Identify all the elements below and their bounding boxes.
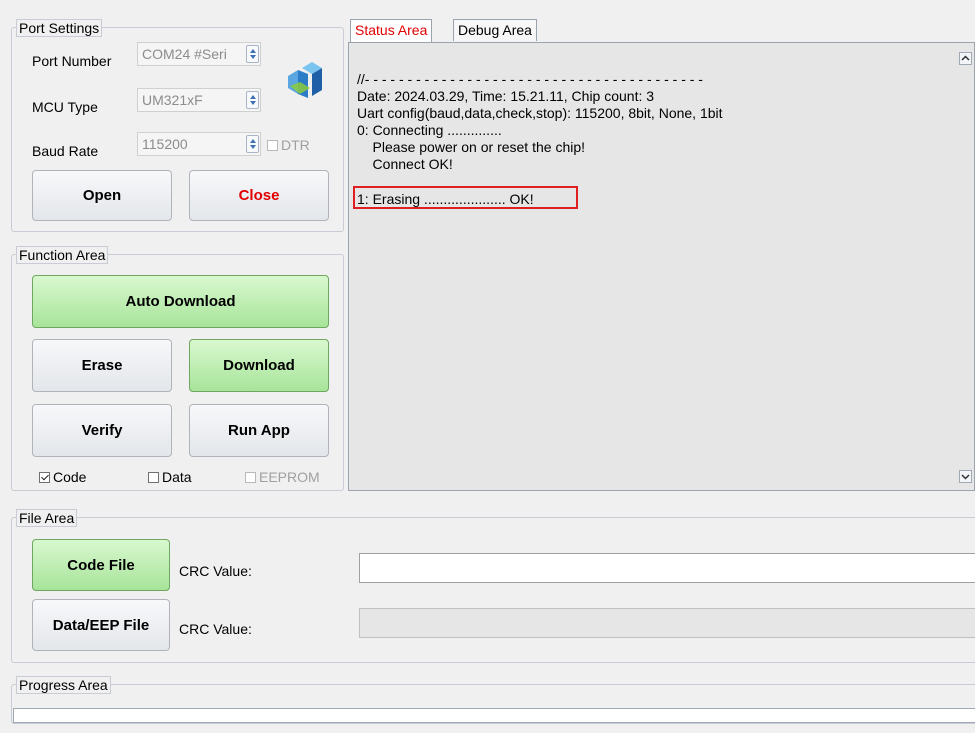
status-log[interactable]: //- - - - - - - - - - - - - - - - - - - …: [348, 42, 975, 491]
mcu-type-select[interactable]: UM321xF: [137, 88, 261, 112]
eeprom-checkbox[interactable]: EEPROM: [245, 469, 320, 485]
code-crc-field[interactable]: [359, 553, 975, 583]
code-checkbox[interactable]: Code: [39, 469, 86, 485]
port-number-label: Port Number: [32, 53, 112, 69]
baud-rate-label: Baud Rate: [32, 143, 99, 159]
scroll-down-button[interactable]: [959, 470, 972, 483]
mcu-type-value: UM321xF: [142, 92, 203, 108]
port-settings-title: Port Settings: [16, 19, 103, 37]
data-checkbox-box[interactable]: [148, 471, 159, 483]
log-line: Uart config(baud,data,check,stop): 11520…: [357, 105, 723, 121]
mcu-type-label: MCU Type: [32, 99, 98, 115]
progress-area-group: Progress Area: [11, 676, 975, 724]
log-line: //- - - - - - - - - - - - - - - - - - - …: [357, 71, 703, 87]
spin-arrows-icon[interactable]: [246, 45, 259, 63]
eeprom-checkbox-box[interactable]: [245, 471, 256, 483]
code-check-label: Code: [53, 469, 87, 485]
dtr-label: DTR: [281, 137, 310, 153]
tab-status-area[interactable]: Status Area: [350, 19, 433, 42]
auto-download-button[interactable]: Auto Download: [32, 275, 329, 328]
crc-value-label: CRC Value:: [179, 621, 252, 637]
verify-button[interactable]: Verify: [32, 404, 172, 457]
download-button[interactable]: Download: [189, 339, 329, 392]
port-number-select[interactable]: COM24 #Seri: [137, 42, 261, 66]
chevron-down-icon: [961, 474, 970, 480]
dtr-checkbox-box[interactable]: [267, 139, 278, 151]
baud-rate-value: 115200: [142, 136, 188, 152]
crc-value-label: CRC Value:: [179, 563, 252, 579]
open-button[interactable]: Open: [32, 170, 172, 221]
run-app-button[interactable]: Run App: [189, 404, 329, 457]
log-line: Connect OK!: [357, 156, 453, 172]
file-area-title: File Area: [16, 509, 78, 527]
log-line: 0: Connecting ..............: [357, 122, 502, 138]
progress-bar: [13, 708, 975, 723]
data-check-label: Data: [162, 469, 192, 485]
tab-debug-area[interactable]: Debug Area: [453, 19, 537, 41]
chevron-up-icon: [961, 55, 970, 61]
highlight-box: [353, 186, 578, 209]
file-area-group: File Area Code File CRC Value: Data/EEP …: [11, 509, 975, 663]
log-line: Date: 2024.03.29, Time: 15.21.11, Chip c…: [357, 88, 655, 104]
function-area-group: Function Area Auto Download Erase Downlo…: [11, 246, 344, 491]
app-logo-icon: [288, 62, 322, 98]
close-button[interactable]: Close: [189, 170, 329, 221]
data-eep-file-button[interactable]: Data/EEP File: [32, 599, 170, 651]
code-file-button[interactable]: Code File: [32, 539, 170, 591]
data-crc-field: [359, 608, 975, 638]
code-checkbox-box[interactable]: [39, 471, 50, 483]
spin-arrows-icon[interactable]: [246, 135, 259, 153]
port-settings-group: Port Settings Port Number COM24 #Seri MC…: [11, 19, 344, 232]
port-number-value: COM24 #Seri: [142, 46, 227, 62]
function-area-title: Function Area: [16, 246, 109, 264]
progress-area-title: Progress Area: [16, 676, 111, 694]
spin-arrows-icon[interactable]: [246, 91, 259, 109]
log-line: Please power on or reset the chip!: [357, 139, 586, 155]
eeprom-check-label: EEPROM: [259, 469, 320, 485]
scroll-up-button[interactable]: [959, 52, 972, 65]
erase-button[interactable]: Erase: [32, 339, 172, 392]
data-checkbox[interactable]: Data: [148, 469, 192, 485]
dtr-checkbox[interactable]: DTR: [267, 137, 310, 153]
baud-rate-select[interactable]: 115200: [137, 132, 261, 156]
